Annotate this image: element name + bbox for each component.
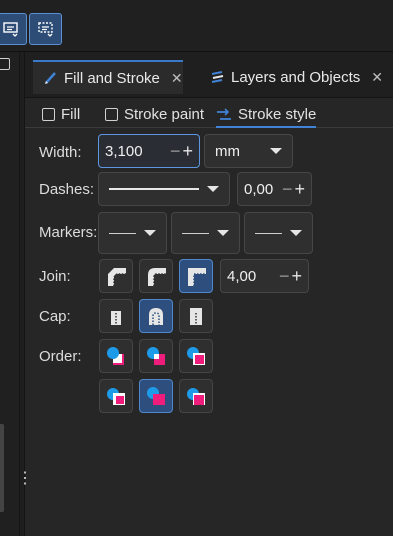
order-markers-stroke-fill-button[interactable] (139, 379, 173, 413)
subtab-stroke-style-label: Stroke style (238, 106, 317, 123)
paint-order-icon (187, 388, 205, 405)
layers-icon (211, 71, 224, 83)
tab-layers-label: Layers and Objects (231, 68, 361, 86)
paint-order-icon (107, 388, 125, 405)
bevel-join-button[interactable] (99, 259, 133, 293)
fill-stroke-dock: ⋮ Fill and Stroke ✕ Layers and Objects ✕… (17, 52, 393, 536)
dock-panel-icon (2, 22, 18, 37)
dash-offset-value[interactable]: 0,00 (238, 181, 282, 198)
dash-pattern-dropdown[interactable] (98, 172, 230, 206)
paint-order-icon (147, 347, 165, 365)
paint-order-icon (107, 347, 124, 365)
square-cap-button[interactable] (179, 299, 213, 333)
order-fill-stroke-markers-button[interactable] (99, 339, 133, 373)
dock-tab-bar: Fill and Stroke ✕ Layers and Objects ✕ (25, 52, 393, 98)
width-label: Width: (39, 144, 82, 161)
bevel-join-icon (108, 268, 126, 286)
cap-label: Cap: (39, 308, 71, 325)
round-cap-button[interactable] (139, 299, 173, 333)
dock-panel-alt-icon (37, 22, 53, 37)
round-join-icon (148, 268, 166, 286)
fill-stroke-icon (45, 72, 56, 84)
miter-limit-spinbox[interactable]: 4,00 − + (220, 259, 309, 293)
dash-offset-spinbox[interactable]: 0,00 − + (237, 172, 312, 206)
top-toolbar (0, 0, 393, 52)
dock-panel-alt-button[interactable] (29, 13, 62, 45)
collapse-icon[interactable] (0, 58, 10, 70)
order-fill-markers-stroke-button[interactable] (179, 339, 213, 373)
tab-layers-and-objects[interactable]: Layers and Objects ✕ (200, 60, 392, 94)
paint-order-icon (147, 387, 165, 405)
close-tab-fill-stroke-icon[interactable]: ✕ (171, 70, 183, 87)
unit-dropdown[interactable]: mm (204, 134, 293, 168)
join-label: Join: (39, 268, 71, 285)
tab-fill-and-stroke[interactable]: Fill and Stroke ✕ (33, 60, 183, 94)
order-markers-fill-stroke-button[interactable] (99, 379, 133, 413)
order-stroke-markers-fill-button[interactable] (179, 379, 213, 413)
drag-dots-icon[interactable]: ⋮ (17, 468, 33, 488)
round-cap-icon (149, 308, 163, 325)
start-marker-dropdown[interactable] (98, 212, 167, 254)
order-label: Order: (39, 348, 82, 365)
solid-line-icon (109, 188, 199, 190)
chevron-down-icon (207, 186, 219, 192)
paint-order-icon (187, 347, 205, 365)
chevron-down-icon (217, 230, 229, 236)
tab-fill-and-stroke-label: Fill and Stroke (64, 69, 160, 87)
subtab-stroke-paint-label: Stroke paint (124, 105, 205, 123)
round-join-button[interactable] (139, 259, 173, 293)
square-cap-icon (190, 308, 202, 325)
subtab-stroke-paint[interactable]: Stroke paint (105, 103, 204, 125)
no-marker-line-icon (255, 232, 282, 234)
end-marker-dropdown[interactable] (244, 212, 313, 254)
width-decrement-icon[interactable]: − (170, 142, 181, 160)
width-spinbox[interactable]: 3,100 − + (98, 134, 200, 168)
butt-cap-icon (111, 311, 121, 325)
miter-join-icon (188, 268, 206, 286)
no-marker-line-icon (182, 232, 209, 234)
stroke-style-icon (217, 107, 231, 120)
subtab-stroke-style[interactable]: Stroke style (216, 103, 317, 128)
butt-cap-button[interactable] (99, 299, 133, 333)
dashes-label: Dashes: (39, 181, 95, 198)
chevron-down-icon (144, 230, 156, 236)
miter-join-button[interactable] (179, 259, 213, 293)
order-stroke-fill-markers-button[interactable] (139, 339, 173, 373)
chevron-down-icon (290, 230, 302, 236)
miter-decrement-icon[interactable]: − (279, 267, 290, 285)
mid-marker-dropdown[interactable] (171, 212, 240, 254)
unit-value: mm (215, 142, 240, 160)
dash-offset-decrement-icon[interactable]: − (282, 180, 293, 198)
dock-panel-button[interactable] (0, 13, 27, 45)
subtab-fill-label: Fill (61, 105, 81, 123)
dash-offset-increment-icon[interactable]: + (294, 180, 305, 198)
stroke-paint-checkbox-icon (105, 107, 118, 121)
fill-stroke-subtabs: Fill Stroke paint Stroke style (25, 98, 393, 128)
miter-limit-value[interactable]: 4,00 (221, 268, 279, 285)
width-value[interactable]: 3,100 (99, 143, 170, 160)
chevron-down-icon (270, 148, 282, 154)
close-tab-layers-icon[interactable]: ✕ (371, 69, 383, 86)
width-increment-icon[interactable]: + (182, 142, 193, 160)
no-marker-line-icon (109, 232, 136, 234)
resize-handle[interactable] (0, 424, 4, 512)
miter-increment-icon[interactable]: + (291, 267, 302, 285)
fill-checkbox-icon (42, 107, 55, 121)
subtab-fill[interactable]: Fill (42, 103, 80, 125)
markers-label: Markers: (39, 224, 98, 241)
